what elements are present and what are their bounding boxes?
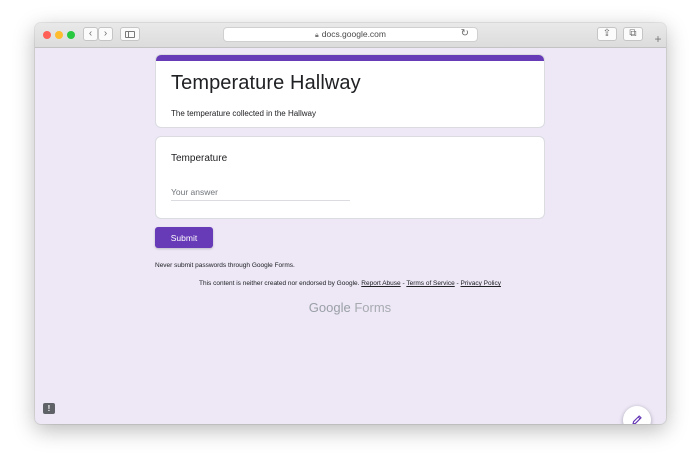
sidebar-toggle-button[interactable] — [120, 27, 140, 41]
show-tabs-button[interactable]: ⧉ — [623, 27, 643, 41]
pencil-icon — [632, 415, 642, 424]
address-bar[interactable]: 🔒︎ docs.google.com ↻ — [223, 27, 478, 42]
close-window-button[interactable] — [43, 31, 51, 39]
form-page: Temperature Hallway The temperature coll… — [35, 48, 666, 424]
lock-icon: 🔒︎ — [315, 32, 319, 39]
chevron-right-icon: › — [103, 28, 108, 39]
logo-forms: Forms — [354, 300, 392, 315]
logo-google: Google — [308, 300, 351, 315]
form-header-card: Temperature Hallway The temperature coll… — [155, 54, 545, 128]
google-forms-logo[interactable]: Google Forms — [155, 300, 545, 315]
reload-icon[interactable]: ↻ — [461, 28, 469, 39]
report-feedback-icon[interactable]: ! — [43, 403, 55, 414]
disclaimer-text: This content is neither created nor endo… — [199, 280, 360, 287]
disclaimer: This content is neither created nor endo… — [155, 280, 545, 287]
zoom-window-button[interactable] — [67, 31, 75, 39]
report-abuse-link[interactable]: Report Abuse — [361, 280, 400, 287]
edit-button[interactable] — [623, 406, 651, 424]
chevron-left-icon: ‹ — [88, 28, 93, 39]
question-card: Temperature — [155, 136, 545, 219]
forward-button[interactable]: › — [98, 27, 113, 41]
form-description: The temperature collected in the Hallway — [171, 109, 316, 118]
url-text: docs.google.com — [321, 29, 386, 39]
answer-input[interactable] — [171, 184, 350, 201]
terms-of-service-link[interactable]: Terms of Service — [406, 280, 454, 287]
share-button[interactable]: ⇪ — [597, 27, 617, 41]
privacy-policy-link[interactable]: Privacy Policy — [461, 280, 501, 287]
new-tab-button[interactable]: + — [650, 31, 666, 47]
question-label: Temperature — [171, 153, 228, 164]
form-title: Temperature Hallway — [171, 72, 361, 94]
sidebar-icon — [125, 30, 135, 38]
browser-toolbar: ‹ › 🔒︎ docs.google.com ↻ ⇪ ⧉ + — [35, 23, 666, 48]
tabs-icon: ⧉ — [629, 28, 637, 39]
share-icon: ⇪ — [602, 28, 612, 39]
password-warning: Never submit passwords through Google Fo… — [155, 262, 295, 269]
submit-button[interactable]: Submit — [155, 227, 213, 248]
accent-strip — [156, 55, 544, 61]
back-button[interactable]: ‹ — [83, 27, 98, 41]
minimize-window-button[interactable] — [55, 31, 63, 39]
browser-window: ‹ › 🔒︎ docs.google.com ↻ ⇪ ⧉ + Temperatur… — [35, 23, 666, 424]
